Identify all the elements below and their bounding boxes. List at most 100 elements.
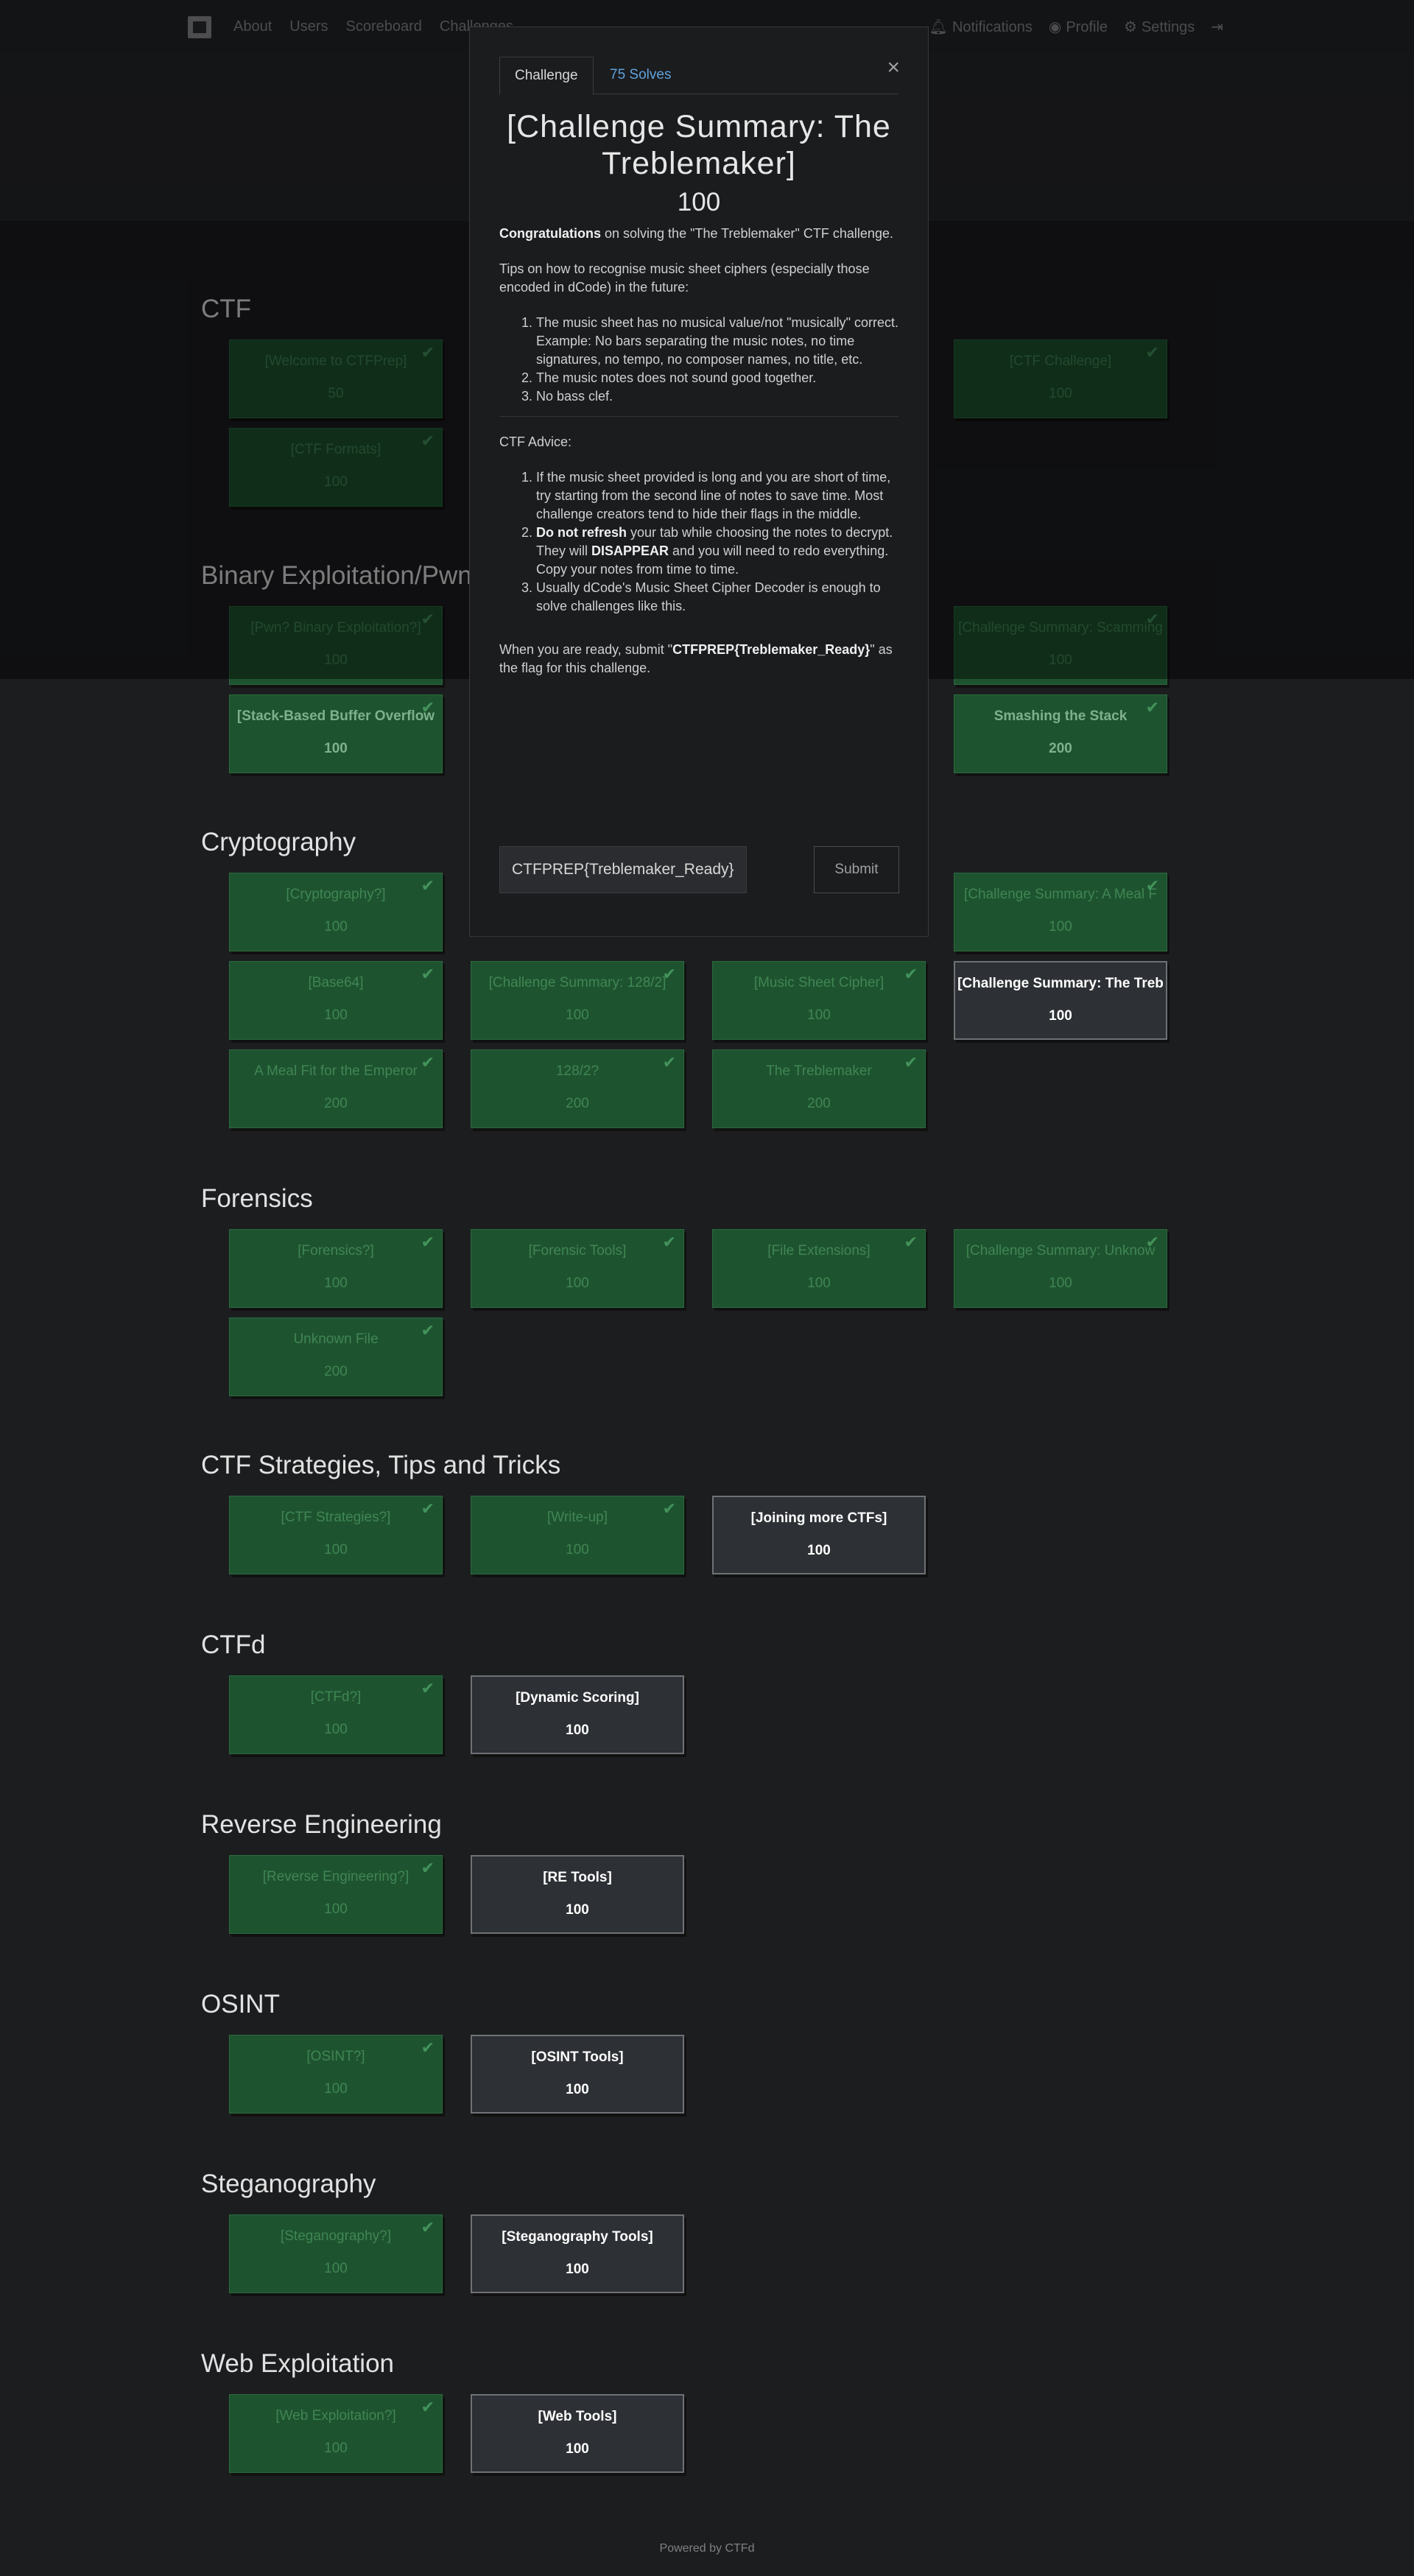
challenge-button[interactable]: Unknown File 200 ✔ [229,1317,443,1396]
challenge-points: 100 [566,1722,589,1738]
challenge-button[interactable]: [Forensics?] 100 ✔ [229,1229,443,1308]
advice-item: Do not refresh your tab while choosing t… [536,524,898,579]
tab-solves[interactable]: 75 Solves [595,57,686,94]
tip-item: The music sheet has no musical value/not… [536,314,898,369]
flag-input[interactable] [499,846,747,893]
challenge-button[interactable]: Smashing the Stack 200 ✔ [954,694,1167,773]
challenge-name: [CTFd?] [310,1689,362,1705]
check-icon: ✔ [662,965,676,983]
challenge-name: [Music Sheet Cipher] [753,975,884,990]
challenge-button[interactable]: [RE Tools] 100 [471,1855,684,1934]
challenge-button[interactable]: [Joining more CTFs] 100 [712,1496,926,1574]
challenge-button[interactable]: [Music Sheet Cipher] 100 ✔ [712,961,926,1040]
check-icon: ✔ [1145,698,1159,717]
challenge-button[interactable]: [Base64] 100 ✔ [229,961,443,1040]
check-icon: ✔ [421,1859,435,1877]
category-section: Web Exploitation [201,2349,394,2379]
challenge-button[interactable]: [Challenge Summary: The Treb 100 [954,961,1167,1040]
challenge-name: The Treblemaker [766,1063,872,1079]
challenge-name: [Web Tools] [538,2409,617,2424]
footer-powered-by[interactable]: Powered by CTFd [0,2542,1414,2555]
challenge-points: 100 [324,1722,348,1737]
challenge-button[interactable]: [File Extensions] 100 ✔ [712,1229,926,1308]
advice-bold: Do not refresh [536,525,627,540]
category-section: OSINT [201,1990,280,2019]
challenge-name: Unknown File [293,1331,379,1347]
challenge-points: 100 [324,2081,348,2097]
challenge-points: 200 [807,1096,831,1111]
challenge-name: [Forensics?] [298,1243,374,1259]
challenge-button[interactable]: [Steganography Tools] 100 [471,2214,684,2293]
challenge-button[interactable]: The Treblemaker 200 ✔ [712,1049,926,1128]
challenge-button[interactable]: [Stack-Based Buffer Overflow 100 ✔ [229,694,443,773]
challenge-points: 100 [324,2261,348,2276]
category-title: Web Exploitation [201,2349,395,2378]
challenge-button[interactable]: [Challenge Summary: Unknow 100 ✔ [954,1229,1167,1308]
challenge-points: 100 [807,1275,831,1291]
challenge-points: 200 [1049,741,1072,756]
challenge-points: 100 [566,2262,589,2277]
challenge-points: 100 [324,741,348,756]
challenge-button[interactable]: [CTFd?] 100 ✔ [229,1675,443,1754]
submit-button[interactable]: Submit [814,846,899,893]
tips-intro: Tips on how to recognise music sheet cip… [499,261,870,295]
challenge-button[interactable]: [Write-up] 100 ✔ [471,1496,684,1574]
challenge-name: [Stack-Based Buffer Overflow [236,708,435,724]
advice-list: If the music sheet provided is long and … [499,468,898,616]
challenge-points: 100 [566,1007,589,1023]
modal-tabs: Challenge 75 Solves [499,57,898,95]
challenge-name: [Challenge Summary: A Meal F [964,887,1157,902]
check-icon: ✔ [904,1053,918,1071]
challenge-value: 100 [677,188,721,217]
advice-bold: DISAPPEAR [591,543,669,558]
check-icon: ✔ [904,965,918,983]
challenge-name: [Base64] [308,975,364,990]
challenge-name: [Dynamic Scoring] [516,1690,639,1706]
advice-item: Usually dCode's Music Sheet Cipher Decod… [536,579,898,616]
check-icon: ✔ [421,1233,435,1251]
category-section: Steganography [201,2169,376,2199]
challenge-name: 128/2? [555,1063,599,1079]
tips-list: The music sheet has no musical value/not… [499,314,898,406]
challenge-button[interactable]: [Forensic Tools] 100 ✔ [471,1229,684,1308]
tip-item: No bass clef. [536,387,898,406]
challenge-name: [Challenge Summary: 128/2] [488,975,666,990]
flag-text: CTFPREP{Treblemaker_Ready} [672,642,870,657]
challenge-name: [RE Tools] [543,1870,612,1885]
challenge-button[interactable]: [OSINT Tools] 100 [471,2035,684,2114]
close-icon[interactable]: × [887,55,900,80]
category-title: Steganography [201,2169,376,2198]
challenge-button[interactable]: [Challenge Summary: A Meal F 100 ✔ [954,873,1167,951]
challenge-name: [CTF Strategies?] [281,1510,391,1525]
congrats-text: on solving the "The Treblemaker" CTF cha… [601,226,893,241]
challenge-button[interactable]: [Cryptography?] 100 ✔ [229,873,443,951]
challenge-button[interactable]: [OSINT?] 100 ✔ [229,2035,443,2114]
challenge-button[interactable]: [Web Tools] 100 [471,2394,684,2473]
check-icon: ✔ [421,965,435,983]
challenge-button[interactable]: 128/2? 200 ✔ [471,1049,684,1128]
challenge-button[interactable]: [Reverse Engineering?] 100 ✔ [229,1855,443,1934]
advice-item: If the music sheet provided is long and … [536,468,898,524]
category-title: CTFd [201,1630,266,1659]
challenge-button[interactable]: [Challenge Summary: 128/2] 100 ✔ [471,961,684,1040]
challenge-name: [Write-up] [546,1510,608,1525]
challenge-points: 100 [1049,1008,1072,1024]
tab-challenge[interactable]: Challenge [499,57,594,95]
challenge-button[interactable]: [Dynamic Scoring] 100 [471,1675,684,1754]
challenge-name: [Web Exploitation?] [275,2408,396,2424]
challenge-name: [Challenge Summary: Unknow [965,1243,1156,1259]
challenge-points: 100 [566,2082,589,2097]
challenge-points: 100 [324,1007,348,1023]
challenge-button[interactable]: [CTF Strategies?] 100 ✔ [229,1496,443,1574]
challenge-button[interactable]: [Steganography?] 100 ✔ [229,2214,443,2293]
challenge-title: [Challenge Summary: The Treblemaker] [507,109,891,181]
challenge-points: 100 [324,2440,348,2456]
check-icon: ✔ [662,1499,676,1518]
challenge-points: 100 [324,1275,348,1291]
challenge-button[interactable]: [Web Exploitation?] 100 ✔ [229,2394,443,2473]
submit-pre: When you are ready, submit " [499,642,673,657]
check-icon: ✔ [421,1321,435,1340]
challenge-button[interactable]: A Meal Fit for the Emperor 200 ✔ [229,1049,443,1128]
challenge-points: 100 [1049,1275,1072,1291]
advice-title: CTF Advice: [499,434,572,449]
